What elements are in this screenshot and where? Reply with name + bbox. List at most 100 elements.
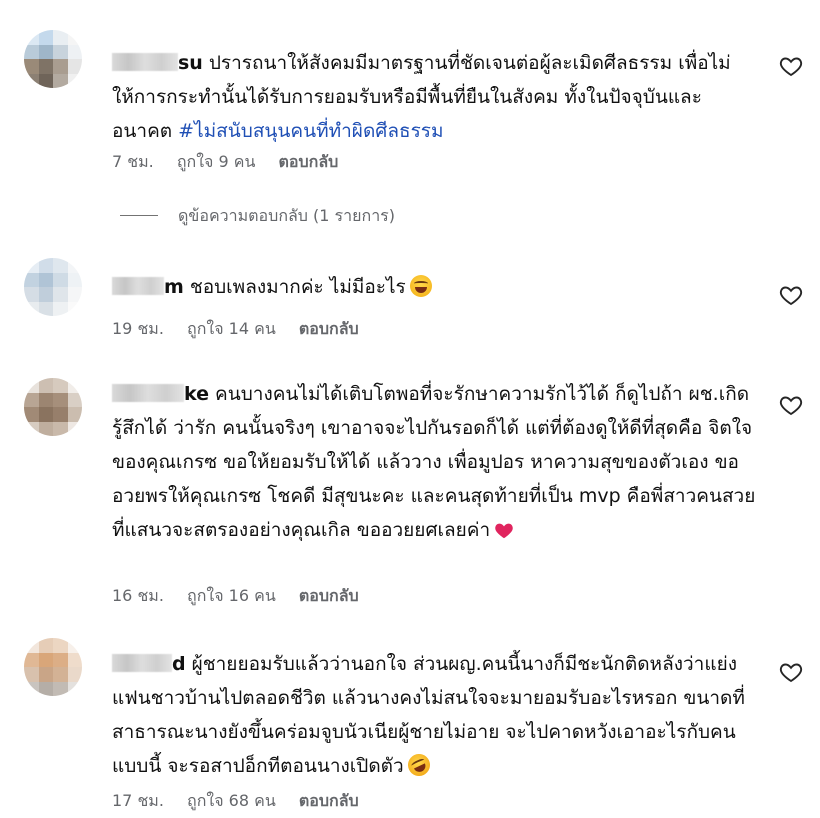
avatar-pixel <box>38 667 53 682</box>
avatar-pixel <box>24 667 39 682</box>
red-heart-emoji-icon <box>494 516 514 539</box>
comment-meta: 19 ชม. ถูกใจ 14 คน ตอบกลับ <box>112 317 377 342</box>
avatar-pixel <box>24 681 39 696</box>
avatar[interactable] <box>24 30 82 88</box>
avatar-pixel <box>53 667 68 682</box>
avatar-pixel <box>38 392 53 407</box>
avatar-pixel <box>38 287 53 302</box>
avatar-pixel <box>67 272 82 287</box>
avatar-pixel <box>38 421 53 436</box>
avatar-pixel <box>53 287 68 302</box>
avatar-pixel <box>24 44 39 59</box>
avatar-pixel <box>67 301 82 316</box>
username[interactable]: d <box>172 653 186 675</box>
avatar-pixel <box>38 59 53 74</box>
avatar-pixel <box>53 407 68 422</box>
comment-body: ชอบเพลงมากค่ะ ไม่มีอะไร <box>189 276 406 298</box>
avatar-pixel <box>24 421 39 436</box>
comment-time: 19 ชม. <box>112 319 164 338</box>
avatar-pixel <box>53 258 68 273</box>
like-count[interactable]: ถูกใจ 14 คน <box>187 319 276 338</box>
hashtag-link[interactable]: #ไม่สนับสนุนคนที่ทำผิดศีลธรรม <box>178 120 443 142</box>
username-redacted <box>112 277 164 295</box>
view-replies-label: ดูข้อความตอบกลับ (1 รายการ) <box>178 206 396 225</box>
avatar-pixel <box>67 681 82 696</box>
avatar-pixel <box>38 378 53 393</box>
rofl-emoji-icon <box>404 750 434 780</box>
avatar-pixel <box>38 681 53 696</box>
comment-text: m ชอบเพลงมากค่ะ ไม่มีอะไร <box>112 270 760 304</box>
avatar-pixel <box>67 407 82 422</box>
like-heart-icon[interactable] <box>778 660 804 684</box>
reply-button[interactable]: ตอบกลับ <box>279 152 339 171</box>
avatar-pixel <box>24 392 39 407</box>
avatar-pixel <box>67 44 82 59</box>
avatar-pixel <box>67 258 82 273</box>
avatar-pixel <box>53 392 68 407</box>
comment-body: คนบางคนไม่ได้เติบโตพอที่จะรักษาความรักไว… <box>112 383 756 541</box>
like-heart-icon[interactable] <box>778 54 804 78</box>
avatar-pixel <box>67 421 82 436</box>
username[interactable]: ke <box>184 383 209 405</box>
avatar-pixel <box>24 638 39 653</box>
avatar-pixel <box>67 378 82 393</box>
avatar-pixel <box>38 652 53 667</box>
avatar-pixel <box>38 30 53 45</box>
avatar-pixel <box>24 73 39 88</box>
avatar[interactable] <box>24 258 82 316</box>
username-redacted <box>112 53 178 71</box>
avatar-pixel <box>53 421 68 436</box>
avatar-pixel <box>24 59 39 74</box>
reply-button[interactable]: ตอบกลับ <box>299 791 359 810</box>
avatar-pixel <box>53 378 68 393</box>
comment-time: 16 ชม. <box>112 586 164 605</box>
like-count[interactable]: ถูกใจ 9 คน <box>177 152 256 171</box>
username[interactable]: su <box>178 52 203 74</box>
avatar-pixel <box>24 30 39 45</box>
comment-meta: 17 ชม. ถูกใจ 68 คน ตอบกลับ <box>112 789 377 814</box>
avatar-pixel <box>38 301 53 316</box>
reply-button[interactable]: ตอบกลับ <box>299 586 359 605</box>
avatar-pixel <box>24 272 39 287</box>
comment-text: su ปรารถนาให้สังคมมีมาตรฐานที่ชัดเจนต่อผู… <box>112 46 760 148</box>
comment-text: d ผู้ชายยอมรับแล้วว่านอกใจ ส่วนผญ.คนนี้นา… <box>112 647 760 783</box>
avatar-pixel <box>53 638 68 653</box>
comment-time: 17 ชม. <box>112 791 164 810</box>
avatar-pixel <box>53 301 68 316</box>
view-replies-button[interactable]: ดูข้อความตอบกลับ (1 รายการ) <box>120 204 395 229</box>
laughing-emoji-icon <box>409 275 432 297</box>
avatar-pixel <box>67 652 82 667</box>
like-heart-icon[interactable] <box>778 283 804 307</box>
avatar-pixel <box>67 392 82 407</box>
avatar-pixel <box>67 30 82 45</box>
avatar-pixel <box>67 638 82 653</box>
like-heart-icon[interactable] <box>778 393 804 417</box>
comment-meta: 7 ชม. ถูกใจ 9 คน ตอบกลับ <box>112 150 356 175</box>
avatar-pixel <box>24 287 39 302</box>
reply-button[interactable]: ตอบกลับ <box>299 319 359 338</box>
avatar-pixel <box>53 44 68 59</box>
avatar-pixel <box>38 638 53 653</box>
comment-time: 7 ชม. <box>112 152 154 171</box>
avatar-pixel <box>67 667 82 682</box>
avatar-pixel <box>38 73 53 88</box>
avatar-pixel <box>67 287 82 302</box>
like-count[interactable]: ถูกใจ 16 คน <box>187 586 276 605</box>
avatar-pixel <box>24 378 39 393</box>
avatar-pixel <box>53 652 68 667</box>
avatar[interactable] <box>24 638 82 696</box>
avatar-pixel <box>53 272 68 287</box>
avatar-pixel <box>24 407 39 422</box>
avatar-pixel <box>67 59 82 74</box>
avatar-pixel <box>38 258 53 273</box>
avatar[interactable] <box>24 378 82 436</box>
avatar-pixel <box>24 258 39 273</box>
avatar-pixel <box>38 407 53 422</box>
username[interactable]: m <box>164 276 184 298</box>
avatar-pixel <box>53 59 68 74</box>
avatar-pixel <box>67 73 82 88</box>
username-redacted <box>112 384 184 402</box>
avatar-pixel <box>38 44 53 59</box>
like-count[interactable]: ถูกใจ 68 คน <box>187 791 276 810</box>
avatar-pixel <box>53 73 68 88</box>
